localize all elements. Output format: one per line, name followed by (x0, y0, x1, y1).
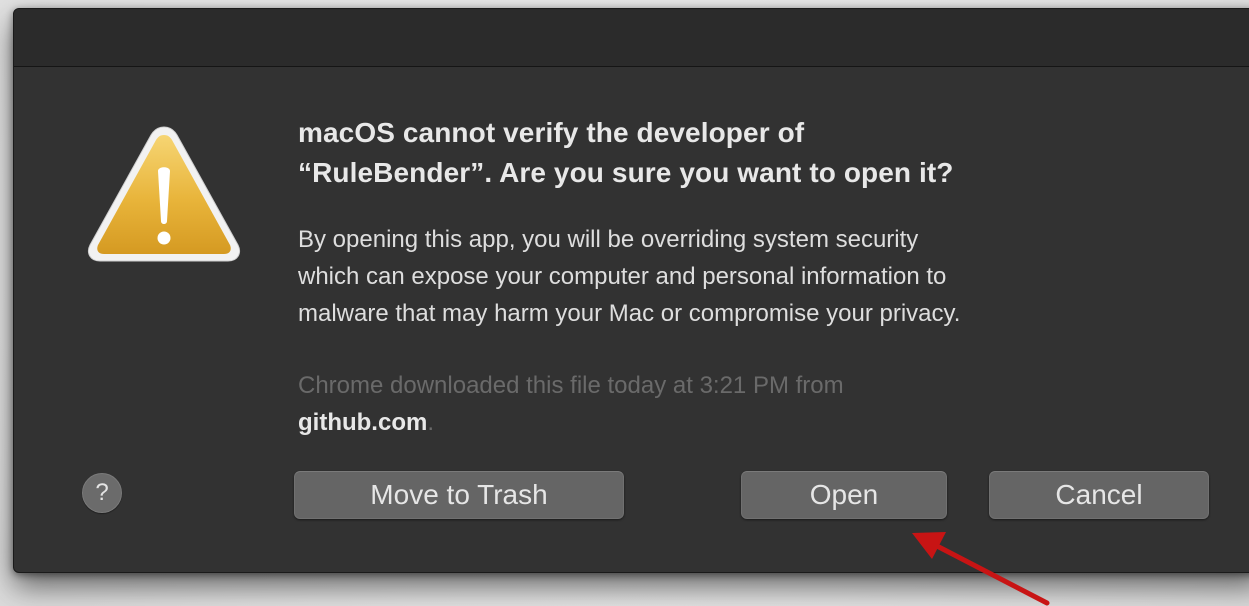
source-note-period: . (427, 409, 434, 436)
download-source-note: Chrome downloaded this file today at 3:2… (298, 367, 1198, 441)
body-line-1: By opening this app, you will be overrid… (298, 226, 919, 253)
help-button[interactable]: ? (82, 473, 122, 513)
body-line-2: which can expose your computer and perso… (298, 263, 947, 290)
source-domain: github.com (298, 409, 428, 436)
move-to-trash-button[interactable]: Move to Trash (294, 471, 624, 519)
question-mark-icon: ? (95, 479, 109, 506)
dialog-titlebar (14, 9, 1249, 67)
headline-line-1: macOS cannot verify the developer of (298, 117, 805, 148)
cancel-button[interactable]: Cancel (989, 471, 1209, 519)
dialog-body: By opening this app, you will be overrid… (298, 221, 1218, 332)
dialog-headline: macOS cannot verify the developer of “Ru… (298, 113, 1198, 193)
security-alert-dialog: macOS cannot verify the developer of “Ru… (13, 8, 1249, 573)
body-line-3: malware that may harm your Mac or compro… (298, 300, 961, 327)
caution-triangle-icon (87, 126, 241, 262)
open-button[interactable]: Open (741, 471, 947, 519)
source-note-line-2: github.com. (298, 404, 1198, 441)
headline-line-2: “RuleBender”. Are you sure you want to o… (298, 157, 954, 188)
screenshot-stage: macOS cannot verify the developer of “Ru… (0, 0, 1249, 606)
source-note-line-1: Chrome downloaded this file today at 3:2… (298, 372, 844, 399)
